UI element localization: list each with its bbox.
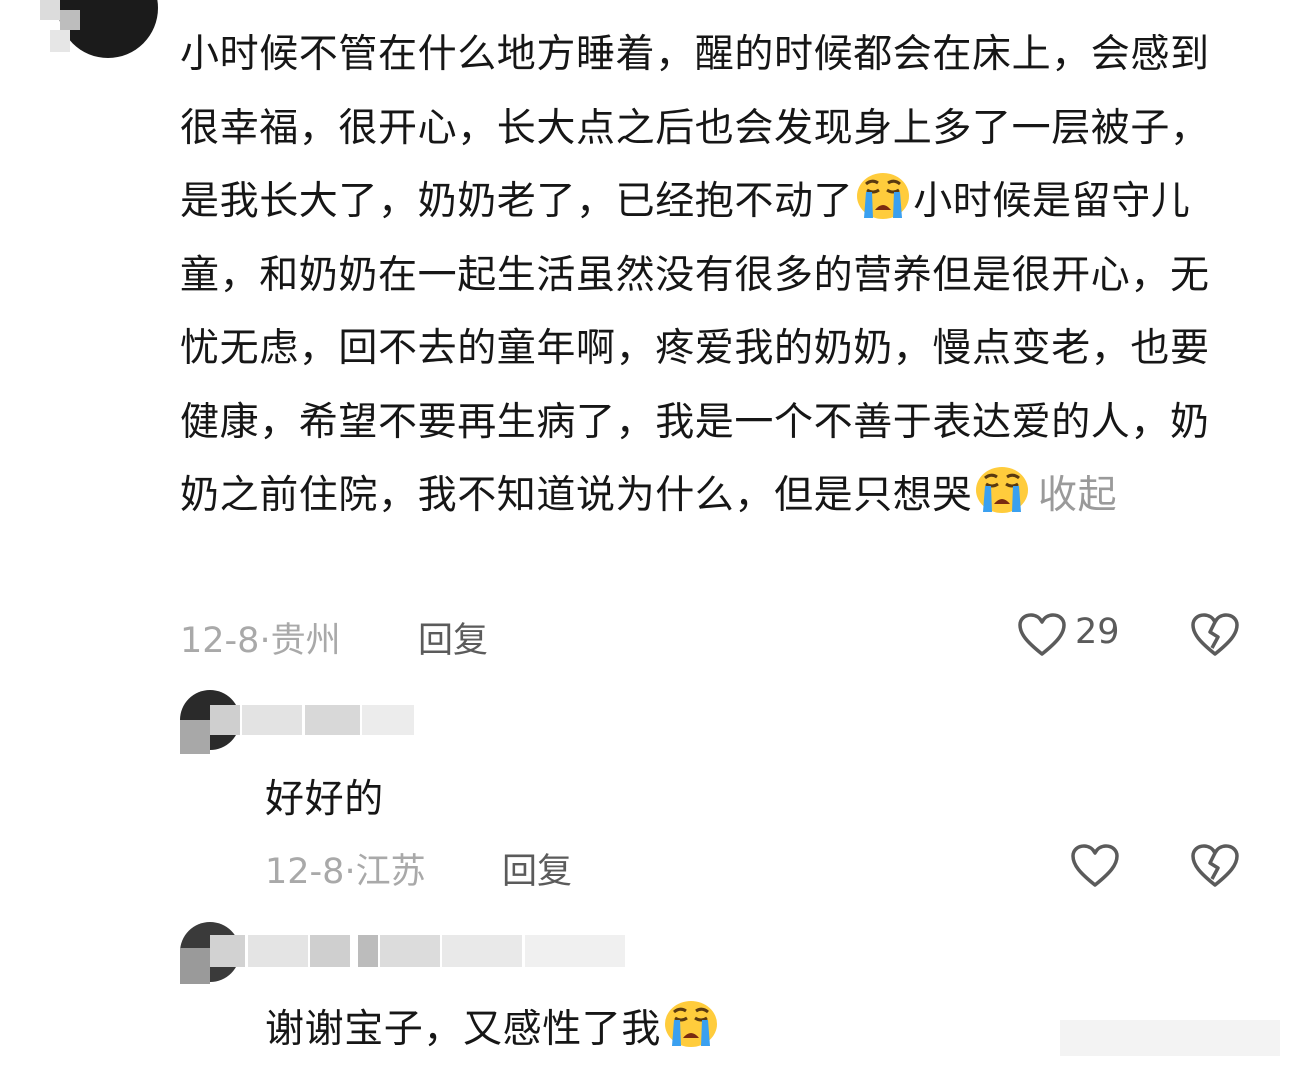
reply-reply-button[interactable]: 回复 [502, 843, 572, 894]
comment-date: 12-8 [180, 621, 260, 661]
heart-outline-icon [1071, 844, 1119, 887]
reply2-text-row: 谢谢宝子，又感性了我 [265, 998, 721, 1054]
loudly-crying-face-icon [665, 1001, 718, 1047]
reply-meta: 12-8·江苏 [265, 843, 426, 894]
reply-like-button[interactable] [1070, 843, 1120, 889]
dislike-button[interactable] [1190, 612, 1240, 658]
reply-location: 江苏 [355, 852, 426, 892]
reply2-text: 谢谢宝子，又感性了我 [265, 1007, 662, 1052]
comment-location: 贵州 [270, 621, 341, 661]
reply-button[interactable]: 回复 [418, 612, 488, 663]
loudly-crying-face-icon [857, 173, 910, 219]
loudly-crying-face-icon [976, 467, 1029, 513]
avatar-blur-mosaic [40, 0, 80, 60]
reply-text: 好好的 [265, 777, 384, 822]
heart-outline-icon [1018, 613, 1066, 656]
reply-username-mosaic [180, 700, 420, 760]
meta-dot: · [259, 621, 271, 661]
reply-dislike-button[interactable] [1190, 843, 1240, 889]
comment-body: 小时候不管在什么地方睡着，醒的时候都会在床上，会感到很幸福，很开心，长大点之后也… [180, 18, 1242, 533]
watermark [1060, 1020, 1280, 1056]
comment-text-part2: 小时候是留守儿童，和奶奶在一起生活虽然没有很多的营养但是很开心，无忧无虑，回不去… [180, 179, 1210, 518]
reply2-username-mosaic [180, 930, 640, 990]
like-button[interactable] [1017, 612, 1067, 658]
broken-heart-icon [1191, 844, 1239, 887]
meta-dot: · [344, 852, 356, 892]
reply-date: 12-8 [265, 852, 345, 892]
like-count: 29 [1075, 612, 1120, 652]
broken-heart-icon [1191, 613, 1239, 656]
collapse-link[interactable]: 收起 [1038, 473, 1117, 518]
comment-meta: 12-8·贵州 [180, 612, 341, 663]
